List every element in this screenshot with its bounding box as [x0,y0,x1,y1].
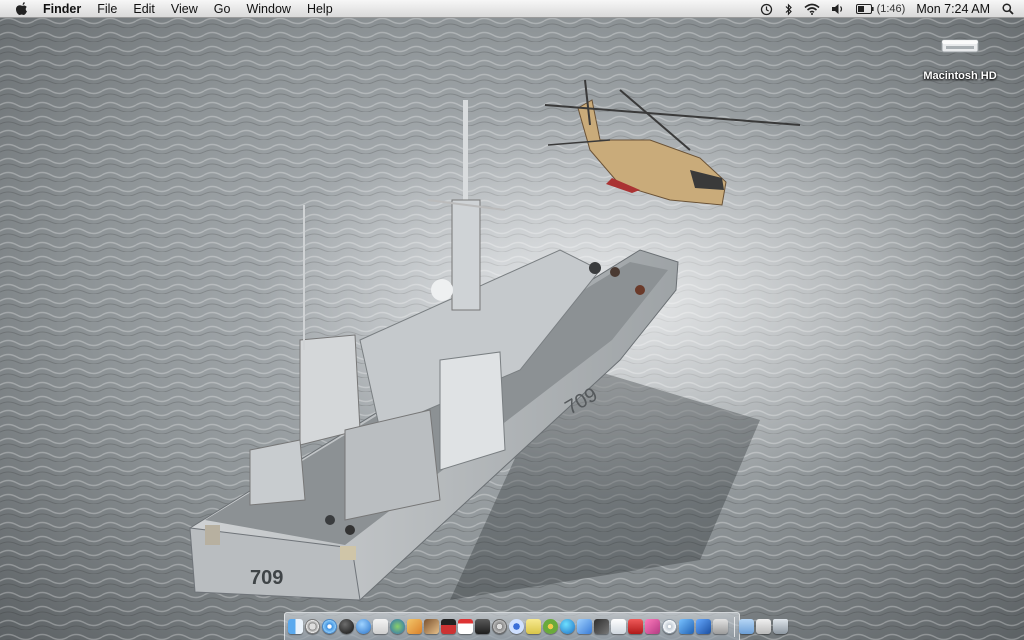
menu-help[interactable]: Help [307,2,333,16]
menu-go[interactable]: Go [214,2,231,16]
photo-dock-icon[interactable] [407,619,422,634]
calendar-dock-icon[interactable] [458,619,473,634]
macintosh-hd-desktop-icon[interactable]: Macintosh HD [922,32,998,82]
chat-dock-icon[interactable] [356,619,371,634]
battery-time: (1:46) [876,3,906,15]
disc-dock-icon[interactable] [662,619,677,634]
mail-dock-icon[interactable] [373,619,388,634]
menu-clock[interactable]: Mon 7:24 AM [916,2,990,16]
dock-separator [734,616,735,637]
apple-menu-icon[interactable] [15,1,29,17]
document-dock-icon[interactable] [611,619,626,634]
photo-booth-dock-icon[interactable] [475,619,490,634]
status-menus: (1:46) Mon 7:24 AM [749,0,1014,18]
globe-dock-icon[interactable] [560,619,575,634]
gray-app-dock-icon[interactable] [713,619,728,634]
trash-dock-icon[interactable] [773,619,788,634]
dashboard-dock-icon[interactable] [594,619,609,634]
safari-dock-icon[interactable] [322,619,337,634]
documents-stack-dock-icon[interactable] [756,619,771,634]
menu-app-finder[interactable]: Finder [43,2,81,16]
guitar-dock-icon[interactable] [424,619,439,634]
volume-icon[interactable] [831,3,845,15]
pink-app-dock-icon[interactable] [645,619,660,634]
hard-drive-icon [940,32,980,56]
flower-dock-icon[interactable] [543,619,558,634]
time-machine-icon[interactable] [760,3,773,16]
menu-edit[interactable]: Edit [133,2,155,16]
battery-icon[interactable]: (1:46) [855,3,906,15]
hull-number-stern: 709 [250,567,283,589]
itunes-dock-icon[interactable] [509,619,524,634]
macintosh-hd-label: Macintosh HD [923,70,997,82]
wifi-icon[interactable] [804,3,820,15]
gear-dock-icon[interactable] [492,619,507,634]
bluetooth-icon[interactable] [784,3,793,16]
menu-bar: Finder File Edit View Go Window Help (1:… [0,0,1024,18]
dock [284,612,788,640]
spotlight-icon[interactable] [1002,3,1014,15]
notes-dock-icon[interactable] [526,619,541,634]
menu-view[interactable]: View [171,2,198,16]
compass-dock-icon[interactable] [305,619,320,634]
cube-dock-icon[interactable] [696,619,711,634]
desktop-wallpaper: 709 709 [0,0,1024,640]
red-app-dock-icon[interactable] [628,619,643,634]
menu-file[interactable]: File [97,2,117,16]
ball-dock-icon[interactable] [339,619,354,634]
finder-dock-icon[interactable] [288,619,303,634]
applications-folder-dock-icon[interactable] [739,619,754,634]
airplane-dock-icon[interactable] [577,619,592,634]
web-dock-icon[interactable] [390,619,405,634]
menu-window[interactable]: Window [246,2,290,16]
bird-dock-icon[interactable] [679,619,694,634]
clapperboard-dock-icon[interactable] [441,619,456,634]
